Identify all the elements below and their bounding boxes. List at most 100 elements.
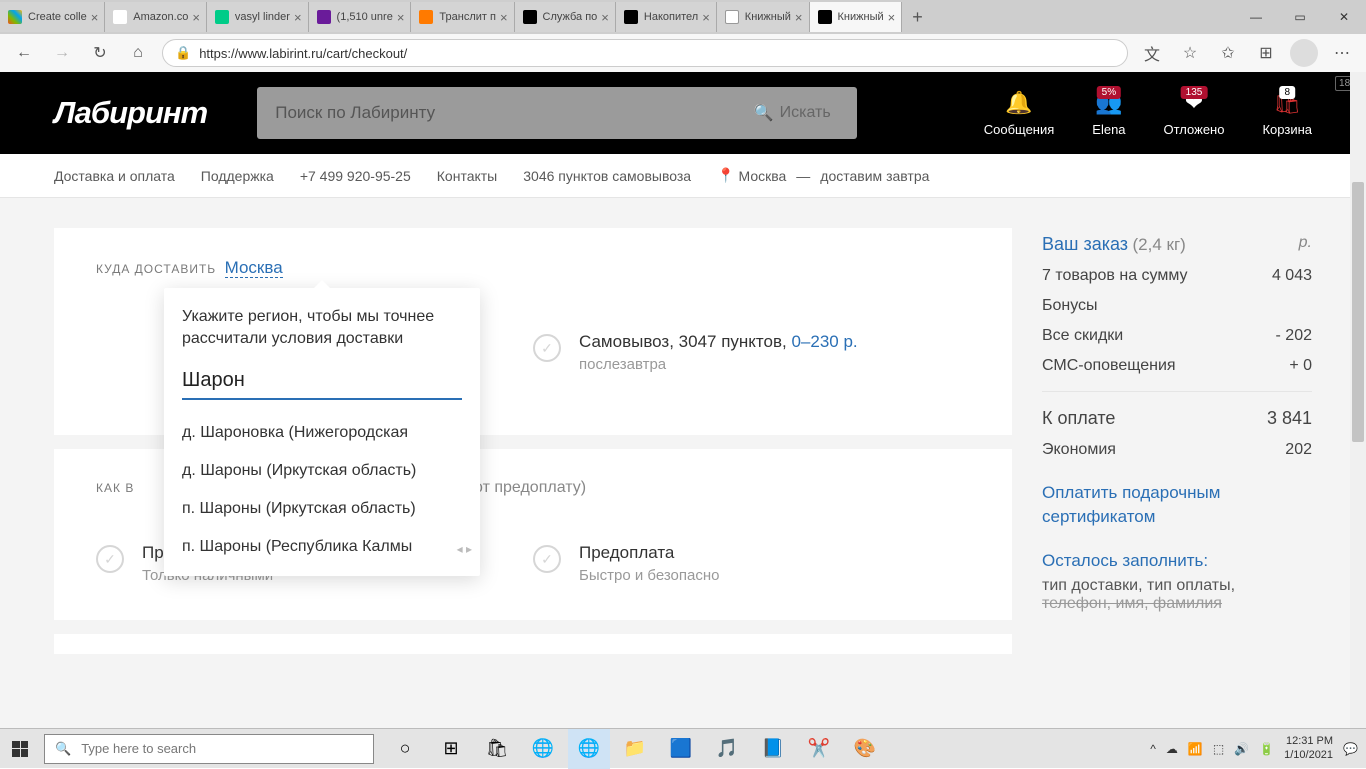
labirint-icon <box>624 10 638 24</box>
home-button[interactable]: ⌂ <box>124 39 152 67</box>
close-icon[interactable]: × <box>397 10 405 25</box>
remaining-title: Осталось заполнить: <box>1042 551 1312 571</box>
site-search: 🔍Искать <box>257 87 857 139</box>
taskbar-search[interactable]: 🔍Type here to search <box>44 734 374 764</box>
close-icon[interactable]: × <box>795 10 803 25</box>
tab[interactable]: Транслит п× <box>411 2 514 32</box>
deferred-link[interactable]: ❤135Отложено <box>1164 90 1225 137</box>
where-label: КУДА ДОСТАВИТЬ <box>96 262 216 276</box>
close-icon[interactable]: × <box>192 10 200 25</box>
tab[interactable]: Накопител× <box>616 2 717 32</box>
tab[interactable]: Служба по× <box>515 2 616 32</box>
start-button[interactable] <box>0 729 40 769</box>
chrome-icon[interactable]: 🌐 <box>522 729 564 769</box>
back-button[interactable]: ← <box>10 39 38 67</box>
tab[interactable]: Amazon.co× <box>105 2 207 32</box>
favorites-icon[interactable]: ✩ <box>1214 39 1242 67</box>
url-input[interactable]: 🔒 https://www.labirint.ru/cart/checkout/ <box>162 39 1128 67</box>
zoom-icon[interactable]: 🟦 <box>660 729 702 769</box>
region-suggestion[interactable]: п. Шароны (Иркутская область) <box>182 490 462 528</box>
explorer-icon[interactable]: 📁 <box>614 729 656 769</box>
volume-icon[interactable]: 🔊 <box>1234 742 1249 756</box>
close-window-button[interactable]: ✕ <box>1322 2 1366 32</box>
nav-pickup[interactable]: 3046 пунктов самовывоза <box>523 168 691 184</box>
edge-icon[interactable]: 🌐 <box>568 729 610 769</box>
nav-support[interactable]: Поддержка <box>201 168 274 184</box>
bell-icon: 🔔 <box>1005 90 1032 116</box>
translate-icon[interactable]: 文 <box>1138 39 1166 67</box>
star-outline-icon[interactable]: ☆ <box>1176 39 1204 67</box>
scroll-hint-icon[interactable]: ◂ ▸ <box>457 542 472 556</box>
region-suggestion[interactable]: п. Шароны (Республика Калмы <box>182 528 462 566</box>
collections-icon[interactable]: ⊞ <box>1252 39 1280 67</box>
maximize-button[interactable]: ▭ <box>1278 2 1322 32</box>
close-icon[interactable]: × <box>294 10 302 25</box>
nav-delivery[interactable]: Доставка и оплата <box>54 168 175 184</box>
pickup-sub: послезавтра <box>579 356 858 373</box>
region-suggestion[interactable]: д. Шароновка (Нижегородская <box>182 414 462 452</box>
itunes-icon[interactable]: 🎵 <box>706 729 748 769</box>
how-label: КАК В <box>96 481 134 495</box>
minimize-button[interactable]: — <box>1234 2 1278 32</box>
task-view-icon[interactable]: ⊞ <box>430 729 472 769</box>
chevron-up-icon[interactable]: ^ <box>1150 742 1156 756</box>
tab[interactable]: vasyl linder× <box>207 2 309 32</box>
forward-button[interactable]: → <box>48 39 76 67</box>
cart-link[interactable]: 🛍8Корзина <box>1262 90 1312 137</box>
clock[interactable]: 12:31 PM1/10/2021 <box>1284 735 1333 761</box>
tab-active[interactable]: Книжный× <box>810 2 903 32</box>
onedrive-icon[interactable]: ☁ <box>1166 742 1178 756</box>
tab[interactable]: Книжный× <box>717 2 810 32</box>
url-text: https://www.labirint.ru/cart/checkout/ <box>199 46 407 61</box>
close-icon[interactable]: × <box>601 10 609 25</box>
translit-icon <box>419 10 433 24</box>
bag-icon: 🛍8 <box>1273 90 1301 116</box>
amazon-icon <box>113 10 127 24</box>
wifi-icon[interactable]: 📶 <box>1188 742 1203 756</box>
gift-cert-link[interactable]: Оплатить подарочным сертификатом <box>1042 481 1312 529</box>
notifications-icon[interactable]: 💬 <box>1343 742 1358 756</box>
store-icon[interactable]: 🛍 <box>476 729 518 769</box>
close-icon[interactable]: × <box>888 10 896 25</box>
region-input[interactable] <box>182 363 462 400</box>
dropbox-icon[interactable]: ⬚ <box>1213 742 1224 756</box>
profile-avatar[interactable] <box>1290 39 1318 67</box>
tab[interactable]: Create colle× <box>0 2 105 32</box>
nav-contacts[interactable]: Контакты <box>437 168 497 184</box>
messages-link[interactable]: 🔔Сообщения <box>984 90 1055 137</box>
browser-chrome: Create colle× Amazon.co× vasyl linder× (… <box>0 0 1366 72</box>
option-prepay[interactable]: ✓ Предоплата Быстро и безопасно <box>533 537 970 590</box>
more-icon[interactable]: ⋯ <box>1328 39 1356 67</box>
search-input[interactable] <box>257 87 727 139</box>
site-logo[interactable]: Лабиринт <box>54 95 207 131</box>
close-icon[interactable]: × <box>500 10 508 25</box>
account-link[interactable]: 👥5%Elena <box>1092 90 1125 137</box>
order-link[interactable]: Ваш заказ <box>1042 234 1128 254</box>
user-icon: 👥5% <box>1095 90 1122 116</box>
scrollbar-thumb[interactable] <box>1352 182 1364 442</box>
tab[interactable]: (1,510 unre× <box>309 2 412 32</box>
nav-city[interactable]: 📍Москва—доставим завтра <box>717 167 929 184</box>
snip-icon[interactable]: ✂️ <box>798 729 840 769</box>
new-tab-button[interactable]: + <box>902 7 933 28</box>
option-pickup[interactable]: ✓ Самовывоз, 3047 пунктов, 0–230 р. посл… <box>533 326 970 379</box>
lock-icon: 🔒 <box>175 45 191 61</box>
refresh-button[interactable]: ↻ <box>86 39 114 67</box>
battery-icon[interactable]: 🔋 <box>1259 742 1274 756</box>
paint-icon[interactable]: 🎨 <box>844 729 886 769</box>
region-suggestion[interactable]: д. Шароны (Иркутская область) <box>182 452 462 490</box>
windows-icon <box>12 741 28 757</box>
close-icon[interactable]: × <box>702 10 710 25</box>
tab-bar: Create colle× Amazon.co× vasyl linder× (… <box>0 0 1366 34</box>
cortana-icon[interactable]: ○ <box>384 729 426 769</box>
ms-icon <box>8 10 22 24</box>
nav-phone[interactable]: +7 499 920-95-25 <box>300 168 411 184</box>
page-icon <box>725 10 739 24</box>
pickup-title: Самовывоз, 3047 пунктов, 0–230 р. <box>579 332 858 352</box>
app-icon[interactable]: 📘 <box>752 729 794 769</box>
radio-unchecked-icon: ✓ <box>533 334 561 362</box>
page-scrollbar[interactable] <box>1350 72 1366 728</box>
close-icon[interactable]: × <box>91 10 99 25</box>
city-link[interactable]: Москва <box>225 258 283 278</box>
search-button[interactable]: 🔍Искать <box>727 87 857 139</box>
